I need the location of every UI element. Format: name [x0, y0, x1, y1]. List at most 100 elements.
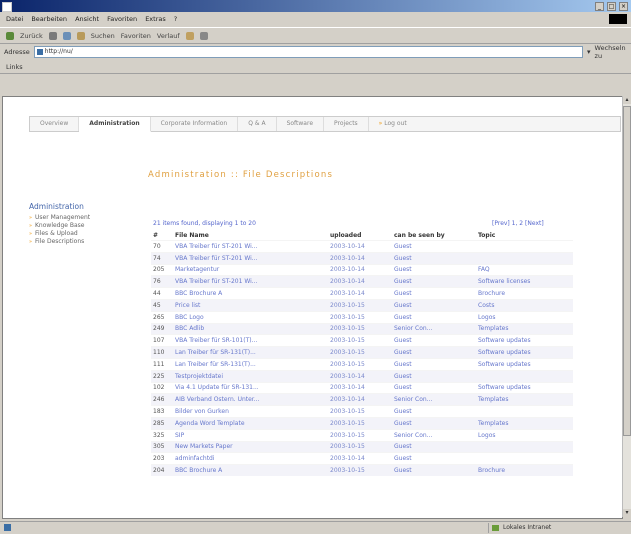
table-row[interactable]: 246 AIB Verband Ostern. Unter... 2003-10-1… [151, 393, 573, 406]
search-button[interactable]: Suchen [91, 32, 115, 40]
table-row[interactable]: 102 Via 4.1 Update für SR-131... 2003-10-1… [151, 381, 573, 394]
file-name[interactable]: AIB Verband Ostern. Unter... [173, 393, 328, 406]
file-name[interactable]: BBC Logo [173, 310, 328, 324]
upload-date: 2003-10-14 [328, 251, 392, 265]
back-icon[interactable] [6, 31, 14, 40]
tab-projects[interactable]: Projects [324, 117, 369, 131]
visibility: Guest [392, 240, 476, 253]
sidebar-item-user-management[interactable]: User Management [29, 214, 139, 222]
table-row[interactable]: 285 Agenda Word Template 2003-10-15 Guest Te… [151, 416, 573, 430]
table-row[interactable]: 45 Price list 2003-10-15 Guest Costs [151, 298, 573, 312]
back-button[interactable]: Zurück [20, 32, 43, 40]
table-row[interactable]: 107 VBA Treiber für SR-101(T)... 2003-10-1… [151, 334, 573, 347]
file-name[interactable]: Via 4.1 Update für SR-131... [173, 381, 328, 394]
sidebar-item-file-descriptions[interactable]: File Descriptions [29, 238, 139, 246]
tab-software[interactable]: Software [277, 117, 325, 131]
visibility: Guest [392, 440, 476, 453]
tab-administration[interactable]: Administration [79, 116, 151, 132]
window-title-bar[interactable]: _ □ × [0, 0, 631, 12]
table-row[interactable]: 44 BBC Brochure A 2003-10-14 Guest Brochure [151, 287, 573, 300]
table-row[interactable]: 325 SIP 2003-10-15 Senior Con... Logos [151, 428, 573, 442]
file-number: 225 [151, 369, 173, 383]
file-name[interactable]: VBA Treiber für ST-201 Wi... [173, 251, 328, 265]
menu-favorites[interactable]: Favoriten [107, 15, 137, 23]
refresh-icon[interactable] [62, 31, 71, 40]
close-button[interactable]: × [619, 2, 628, 11]
table-row[interactable]: 70 VBA Treiber für ST-201 Wi... 2003-10-14… [151, 240, 573, 253]
go-button[interactable]: Wechseln zu [595, 44, 631, 60]
menu-view[interactable]: Ansicht [75, 15, 99, 23]
sidebar-item-knowledge-base[interactable]: Knowledge Base [29, 222, 139, 230]
file-number: 204 [151, 464, 173, 476]
ie-icon [2, 2, 12, 12]
file-name[interactable]: Testprojektdatei [173, 369, 328, 383]
visibility: Guest [392, 346, 476, 359]
mail-icon[interactable] [185, 31, 194, 40]
file-name[interactable]: Lan Treiber für SR-131(T)... [173, 357, 328, 371]
table-row[interactable]: 204 BBC Brochure A 2003-10-15 Guest Brochure [151, 464, 573, 476]
tab-overview[interactable]: Overview [30, 117, 80, 131]
file-name[interactable]: SIP [173, 428, 328, 442]
menu-tools[interactable]: Extras [145, 15, 166, 23]
file-name[interactable]: BBC Adlib [173, 322, 328, 335]
links-label[interactable]: Links [6, 63, 23, 71]
file-name[interactable]: BBC Brochure A [173, 464, 328, 476]
col-uploaded-header[interactable]: uploaded [328, 230, 392, 241]
file-name[interactable]: Lan Treiber für SR-131(T)... [173, 346, 328, 359]
scroll-thumb[interactable] [623, 106, 631, 436]
menu-edit[interactable]: Bearbeiten [31, 15, 67, 23]
table-row[interactable]: 305 New Markets Paper 2003-10-15 Guest [151, 440, 573, 453]
topic: Brochure [476, 287, 573, 300]
home-icon[interactable] [76, 31, 85, 40]
table-row[interactable]: 249 BBC Adlib 2003-10-15 Senior Con... Templ… [151, 322, 573, 335]
tab-log-out[interactable]: » Log out [369, 117, 417, 131]
file-number: 246 [151, 393, 173, 406]
table-row[interactable]: 205 Marketagentur 2003-10-14 Guest FAQ [151, 263, 573, 276]
file-name[interactable]: VBA Treiber für ST-201 Wi... [173, 275, 328, 288]
sidebar-item-files-upload[interactable]: Files & Upload [29, 230, 139, 238]
table-row[interactable]: 111 Lan Treiber für SR-131(T)... 2003-10-1… [151, 357, 573, 371]
col-topic-header[interactable]: Topic [476, 230, 573, 241]
print-icon[interactable] [199, 31, 208, 40]
file-name[interactable]: BBC Brochure A [173, 287, 328, 300]
topic: Templates [476, 393, 573, 406]
visibility: Guest [392, 310, 476, 324]
maximize-button[interactable]: □ [607, 2, 616, 11]
table-row[interactable]: 225 Testprojektdatei 2003-10-14 Guest [151, 369, 573, 383]
table-row[interactable]: 76 VBA Treiber für ST-201 Wi... 2003-10-14… [151, 275, 573, 288]
file-number: 76 [151, 275, 173, 288]
file-name[interactable]: adminfachtdi [173, 452, 328, 465]
tab-q-and-a[interactable]: Q & A [238, 117, 277, 131]
table-row[interactable]: 74 VBA Treiber für ST-201 Wi... 2003-10-14… [151, 251, 573, 265]
table-row[interactable]: 265 BBC Logo 2003-10-15 Guest Logos [151, 310, 573, 324]
page-status-icon [4, 524, 11, 531]
file-number: 205 [151, 263, 173, 276]
col-file-name-header[interactable]: File Name [173, 230, 328, 241]
file-name[interactable]: Agenda Word Template [173, 416, 328, 430]
file-name[interactable]: VBA Treiber für ST-201 Wi... [173, 240, 328, 253]
favorites-button[interactable]: Favoriten [121, 32, 151, 40]
menu-file[interactable]: Datei [6, 15, 23, 23]
col-visibility-header[interactable]: can be seen by [392, 230, 476, 241]
file-name[interactable]: VBA Treiber für SR-101(T)... [173, 334, 328, 347]
table-row[interactable]: 110 Lan Treiber für SR-131(T)... 2003-10-1… [151, 346, 573, 359]
vertical-scrollbar[interactable]: ▴ ▾ [622, 96, 631, 517]
file-name[interactable]: Marketagentur [173, 263, 328, 276]
address-input[interactable]: http://nu/ [33, 46, 584, 58]
file-name[interactable]: Bilder von Gurken [173, 405, 328, 418]
scroll-down-icon[interactable]: ▾ [623, 509, 631, 517]
minimize-button[interactable]: _ [595, 2, 604, 11]
scroll-up-icon[interactable]: ▴ [623, 96, 631, 104]
table-row[interactable]: 183 Bilder von Gurken 2003-10-15 Guest [151, 405, 573, 418]
pagination[interactable]: [Prev] 1, 2 [Next] [492, 220, 544, 227]
file-name[interactable]: Price list [173, 298, 328, 312]
menu-help[interactable]: ? [174, 15, 177, 23]
col-number-header[interactable]: # [151, 230, 173, 241]
tab-corporate-information[interactable]: Corporate Information [151, 117, 239, 131]
stop-icon[interactable] [48, 31, 57, 40]
file-name[interactable]: New Markets Paper [173, 440, 328, 453]
table-row[interactable]: 203 adminfachtdi 2003-10-14 Guest [151, 452, 573, 465]
address-dropdown-icon[interactable]: ▾ [587, 48, 591, 56]
file-number: 74 [151, 251, 173, 265]
history-button[interactable]: Verlauf [157, 32, 180, 40]
